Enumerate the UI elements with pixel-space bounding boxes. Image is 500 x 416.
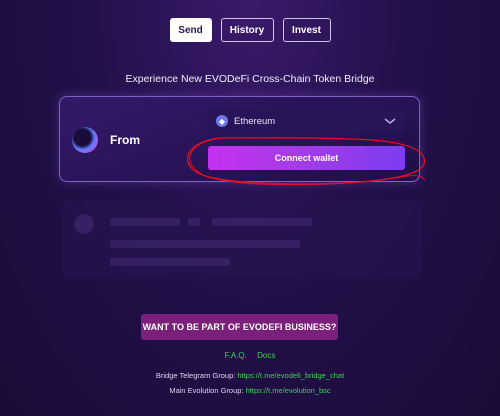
- telegram-group-link[interactable]: https://t.me/evodefi_bridge_chat: [237, 371, 344, 380]
- tab-invest[interactable]: Invest: [282, 18, 331, 42]
- placeholder-bar: [110, 240, 300, 248]
- placeholder-avatar: [74, 214, 94, 234]
- business-cta-button[interactable]: WANT TO BE PART OF EVODEFI BUSINESS?: [141, 314, 338, 340]
- telegram-group-line: Bridge Telegram Group: https://t.me/evod…: [0, 371, 500, 380]
- network-select[interactable]: ◆ Ethereum: [208, 109, 405, 133]
- chevron-down-icon: [384, 118, 396, 124]
- placeholder-bar: [110, 218, 180, 226]
- main-group-line: Main Evolution Group: https://t.me/evolu…: [0, 386, 500, 395]
- main-group-label: Main Evolution Group:: [169, 386, 246, 395]
- connect-wallet-button[interactable]: Connect wallet: [208, 146, 405, 170]
- ethereum-icon: ◆: [216, 115, 228, 127]
- from-label: From: [110, 133, 140, 147]
- evodefi-logo-icon: [72, 127, 98, 153]
- placeholder-bar: [188, 218, 200, 226]
- footer-links: F.A.Q. Docs: [0, 351, 500, 360]
- telegram-group-label: Bridge Telegram Group:: [155, 371, 238, 380]
- from-card: From ◆ Ethereum Connect wallet: [59, 96, 420, 182]
- network-select-value: Ethereum: [234, 115, 276, 127]
- docs-link[interactable]: Docs: [257, 351, 275, 360]
- faq-link[interactable]: F.A.Q.: [225, 351, 247, 360]
- tab-history[interactable]: History: [220, 18, 274, 42]
- placeholder-bar: [110, 258, 230, 266]
- placeholder-bar: [212, 218, 312, 226]
- page-title: Experience New EVODeFi Cross-Chain Token…: [125, 73, 375, 85]
- tab-send[interactable]: Send: [169, 18, 212, 42]
- main-group-link[interactable]: https://t.me/evolution_bsc: [246, 386, 331, 395]
- tab-bar: Send History Invest: [0, 18, 500, 42]
- to-card-placeholder: [62, 200, 421, 278]
